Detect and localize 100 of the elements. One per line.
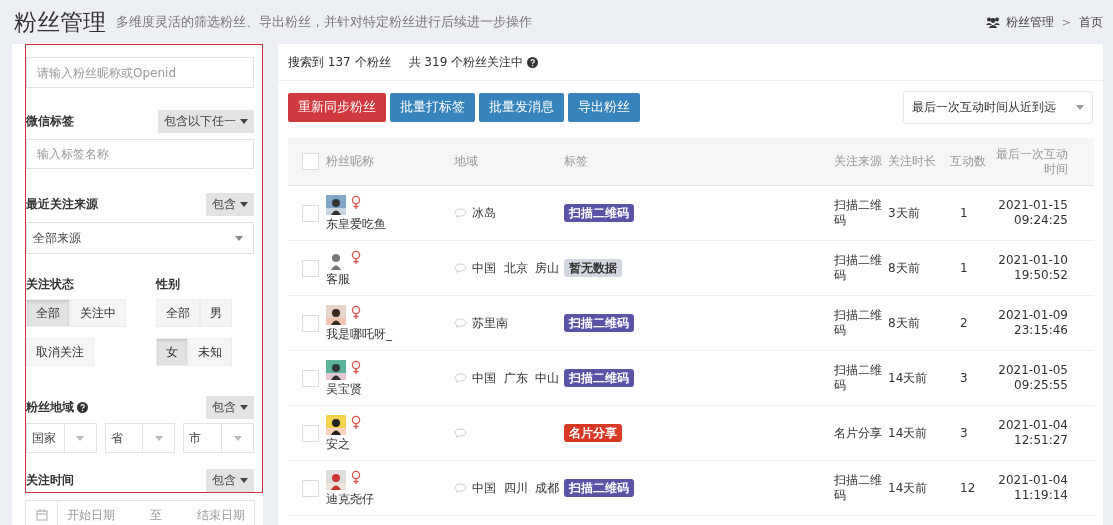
tag-label: 扫描二维码 bbox=[564, 368, 634, 387]
tag-input-field[interactable]: 输入标签名称 bbox=[26, 139, 254, 169]
caret-icon bbox=[240, 202, 248, 207]
chat-icon bbox=[454, 208, 467, 218]
filter-label: 关注时间 bbox=[26, 472, 74, 489]
select-all-checkbox[interactable] bbox=[302, 153, 319, 170]
region-cell: 中国 广东 中山 bbox=[472, 370, 560, 386]
dropdown-arrow-icon bbox=[1076, 105, 1084, 110]
caret-icon bbox=[240, 405, 248, 410]
duration-cell-text: 14天前 bbox=[888, 370, 929, 386]
caret-icon bbox=[240, 119, 248, 124]
chat-icon bbox=[454, 373, 467, 383]
count-cell-text: 1 bbox=[959, 205, 969, 221]
region-cell: 苏里南 bbox=[472, 315, 508, 331]
duration-cell-text: 14天前 bbox=[888, 425, 929, 441]
breadcrumb-separator: > bbox=[1061, 15, 1071, 29]
breadcrumb-link[interactable]: 首页 bbox=[1079, 13, 1103, 31]
filter-option[interactable]: 全部 bbox=[156, 299, 200, 327]
row-checkbox[interactable] bbox=[302, 424, 319, 442]
page-subtitle: 多维度灵活的筛选粉丝、导出粉丝，并针对特定粉丝进行后续进一步操作 bbox=[116, 13, 533, 31]
mode-dropdown[interactable]: 包含 bbox=[206, 396, 254, 419]
search-field[interactable]: 请输入粉丝昵称或Openid bbox=[26, 57, 254, 88]
row-checkbox[interactable] bbox=[302, 369, 319, 387]
region-select[interactable]: 省 bbox=[104, 423, 176, 453]
chat-icon bbox=[454, 483, 467, 493]
dropdown-arrow-icon bbox=[233, 435, 242, 441]
action-button[interactable]: 批量发消息 bbox=[479, 93, 564, 122]
nickname-cell-text: 东皇爱吃鱼 bbox=[326, 216, 387, 232]
row-checkbox[interactable] bbox=[302, 204, 319, 222]
action-button[interactable]: 重新同步粉丝 bbox=[288, 93, 386, 122]
nickname-cell-text: 吴宝贤 bbox=[326, 381, 363, 397]
time-cell-text: 2021-01-04 12:51:27 bbox=[997, 418, 1069, 448]
filter-label: 最近关注来源 bbox=[26, 196, 98, 213]
source-cell-text: 扫描二维码 bbox=[834, 253, 883, 283]
count-cell-text: 12 bbox=[959, 480, 977, 496]
dropdown-arrow-icon bbox=[154, 435, 163, 441]
column-header: 标签 bbox=[564, 154, 589, 169]
column-header: 互动数 bbox=[950, 154, 987, 169]
breadcrumb-link[interactable]: 粉丝管理 bbox=[985, 13, 1054, 31]
region-cell: 中国 四川 成都 bbox=[472, 480, 560, 496]
filter-option[interactable]: 女 bbox=[156, 338, 188, 366]
result-count: 搜索到 137 个粉丝 bbox=[288, 53, 391, 71]
tag-label: 暂无数据 bbox=[564, 258, 622, 277]
region-select[interactable]: 市 bbox=[183, 423, 254, 453]
filter-option[interactable]: 取消关注 bbox=[26, 338, 94, 366]
mode-dropdown[interactable]: 包含 bbox=[206, 469, 254, 492]
region-cell: 冰岛 bbox=[472, 205, 496, 221]
filter-option[interactable]: 关注中 bbox=[70, 299, 126, 327]
time-cell-text: 2021-01-04 11:19:14 bbox=[997, 473, 1069, 503]
column-header: 关注来源 bbox=[834, 154, 883, 169]
duration-cell-text: 8天前 bbox=[888, 260, 921, 276]
row-checkbox[interactable] bbox=[302, 259, 319, 277]
chat-icon bbox=[454, 318, 467, 328]
column-header: 地域 bbox=[454, 154, 479, 169]
total-count: 共 319 个粉丝关注中 bbox=[408, 53, 524, 71]
source-select[interactable]: 全部来源 bbox=[26, 222, 254, 254]
source-cell-text: 名片分享 bbox=[834, 425, 883, 441]
mode-dropdown[interactable]: 包含 bbox=[206, 193, 254, 216]
region-select[interactable]: 国家 bbox=[26, 423, 97, 453]
source-cell-text: 扫描二维码 bbox=[834, 308, 883, 338]
filter-option[interactable]: 全部 bbox=[26, 299, 70, 327]
source-cell-text: 扫描二维码 bbox=[834, 473, 883, 503]
tag-label: 扫描二维码 bbox=[564, 478, 634, 497]
nickname-cell-text: 迪克尧仔 bbox=[326, 491, 375, 507]
chat-icon bbox=[454, 428, 467, 438]
filter-label: 粉丝地域 bbox=[26, 399, 88, 416]
filter-label: 性别 bbox=[156, 276, 181, 293]
column-header: 粉丝昵称 bbox=[326, 154, 375, 169]
caret-icon bbox=[240, 478, 248, 483]
time-cell-text: 2021-01-10 19:50:52 bbox=[997, 253, 1069, 283]
users-icon bbox=[985, 16, 1000, 28]
time-cell-text: 2021-01-15 09:24:25 bbox=[997, 198, 1069, 228]
action-button[interactable]: 批量打标签 bbox=[390, 93, 475, 122]
action-button[interactable]: 导出粉丝 bbox=[568, 93, 640, 122]
time-cell-text: 2021-01-05 09:25:55 bbox=[997, 363, 1069, 393]
column-header: 关注时长 bbox=[888, 154, 937, 169]
count-cell-text: 3 bbox=[959, 370, 969, 386]
calendar-icon bbox=[35, 509, 48, 521]
filter-label: 关注状态 bbox=[26, 276, 75, 293]
row-checkbox[interactable] bbox=[302, 479, 319, 497]
chat-icon bbox=[454, 263, 467, 273]
time-cell-text: 2021-01-09 23:15:46 bbox=[997, 308, 1069, 338]
row-checkbox[interactable] bbox=[302, 314, 319, 332]
source-cell-text: 扫描二维码 bbox=[834, 198, 883, 228]
duration-cell-text: 8天前 bbox=[888, 315, 921, 331]
page-title: 粉丝管理 bbox=[14, 7, 106, 37]
duration-cell-text: 3天前 bbox=[888, 205, 921, 221]
filter-option[interactable]: 未知 bbox=[188, 338, 232, 366]
nickname-cell-text: 安之 bbox=[326, 436, 351, 452]
help-icon bbox=[77, 402, 88, 413]
mode-dropdown[interactable]: 包含以下任一 bbox=[158, 110, 254, 133]
sort-select[interactable]: 最后一次互动时间从近到远 bbox=[903, 91, 1093, 124]
source-cell-text: 扫描二维码 bbox=[834, 363, 883, 393]
date-separator: 至 bbox=[149, 506, 163, 524]
filter-option[interactable]: 男 bbox=[200, 299, 232, 327]
region-cell: 中国 北京 房山 bbox=[472, 260, 560, 276]
count-cell-text: 3 bbox=[959, 425, 969, 441]
tag-label: 扫描二维码 bbox=[564, 313, 634, 332]
column-header: 最后一次互动时间 bbox=[995, 146, 1069, 177]
dropdown-arrow-icon bbox=[76, 435, 85, 441]
